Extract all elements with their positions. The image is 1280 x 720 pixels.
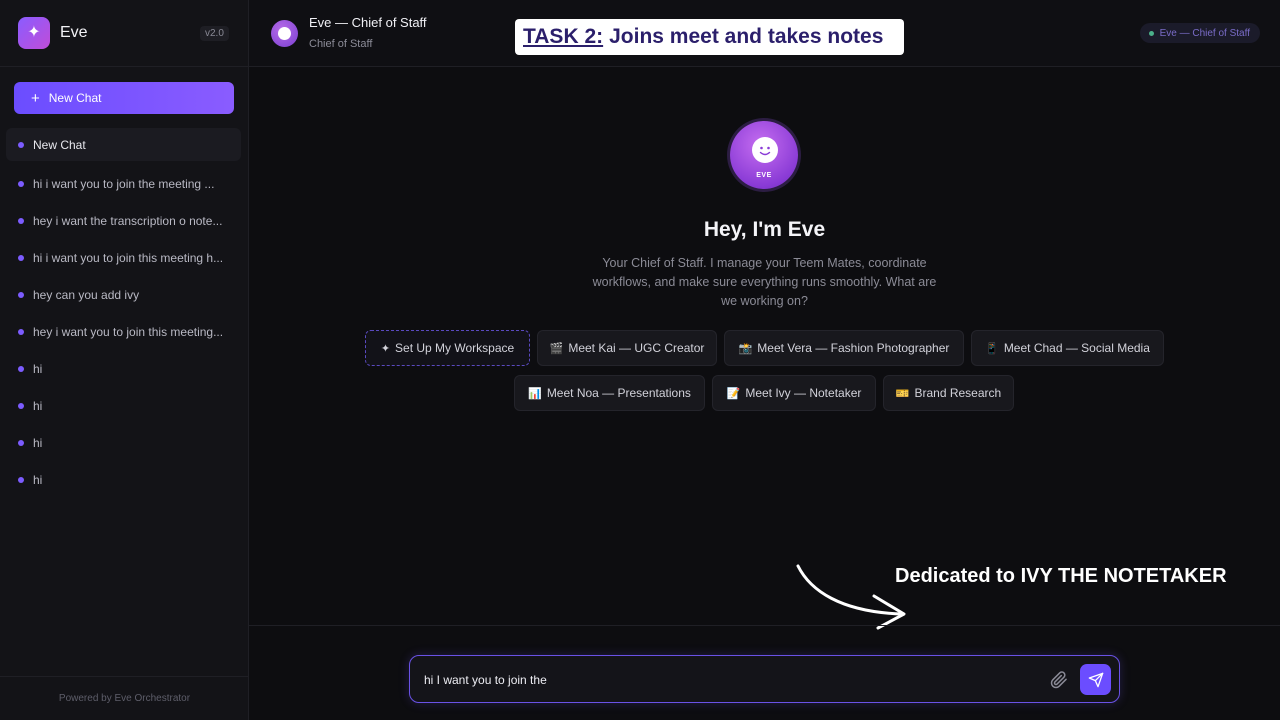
chip-meet-chad[interactable]: 📱 Meet Chad — Social Media xyxy=(971,330,1164,366)
smiley-icon xyxy=(752,137,778,163)
chip-label: Meet Noa — Presentations xyxy=(546,386,691,400)
bar-chart-icon: 📊 xyxy=(528,387,542,400)
chat-title: hi xyxy=(33,398,43,413)
chip-meet-vera[interactable]: 📸 Meet Vera — Fashion Photographer xyxy=(724,330,964,366)
chip-label: Meet Ivy — Notetaker xyxy=(745,386,862,400)
bullet-icon xyxy=(18,254,24,261)
chip-set-up-workspace[interactable]: ✦ Set Up My Workspace xyxy=(365,330,530,366)
chat-history-item[interactable]: hi xyxy=(6,387,241,424)
chat-history-item[interactable]: hi i want you to join the meeting ... xyxy=(6,165,241,202)
welcome-greeting: Hey, I'm Eve xyxy=(703,218,826,241)
agent-subtitle: Chief of Staff xyxy=(309,38,373,50)
agent-status-badge: Eve — Chief of Staff xyxy=(1139,23,1260,43)
memo-icon: 📝 xyxy=(726,387,741,400)
powered-by-footer: Powered by Eve Orchestrator xyxy=(0,676,249,720)
bullet-icon xyxy=(18,328,24,335)
chat-history-item[interactable]: hi xyxy=(6,461,241,498)
chip-label: Brand Research xyxy=(914,386,1002,400)
bullet-icon xyxy=(18,365,24,372)
chat-title: hi i want you to join the meeting ... xyxy=(33,176,215,191)
sparkle-logo-icon: ✦ xyxy=(18,17,50,49)
agent-title: Eve — Chief of Staff xyxy=(309,15,427,30)
clapperboard-icon: 🎬 xyxy=(549,342,564,355)
chat-title: hi xyxy=(33,361,43,376)
chat-history-item[interactable]: hey can you add ivy xyxy=(6,276,241,313)
chat-history-item[interactable]: hi xyxy=(6,350,241,387)
camera-icon: 📸 xyxy=(738,342,753,355)
chat-header: Eve — Chief of Staff Chief of Staff TASK… xyxy=(249,0,1280,67)
task-label: TASK 2: xyxy=(523,25,604,48)
avatar-label: EVE xyxy=(756,172,772,179)
phone-icon: 📱 xyxy=(985,342,999,355)
send-icon xyxy=(1088,672,1103,687)
chat-title: hey can you add ivy xyxy=(33,287,140,302)
chat-title: hey i want you to join this meeting... xyxy=(33,324,224,339)
new-chat-button[interactable]: + New Chat xyxy=(14,82,234,114)
task-banner: TASK 2: Joins meet and takes notes xyxy=(515,19,904,55)
chip-meet-kai[interactable]: 🎬 Meet Kai — UGC Creator xyxy=(537,330,717,366)
bullet-icon xyxy=(18,476,24,483)
annotation-text: Dedicated to IVY THE NOTETAKER xyxy=(895,565,1227,587)
chat-title: hi xyxy=(33,435,43,450)
chip-meet-noa[interactable]: 📊 Meet Noa — Presentations xyxy=(514,375,705,411)
send-button[interactable] xyxy=(1080,664,1111,695)
chat-title: hi xyxy=(33,472,43,487)
chip-label: Set Up My Workspace xyxy=(395,341,515,355)
ticket-icon: 🎫 xyxy=(895,387,910,400)
bullet-icon xyxy=(18,180,24,187)
bullet-icon xyxy=(18,141,24,148)
chat-history-list: New Chat hi i want you to join the meeti… xyxy=(6,128,241,498)
chat-title: hi i want you to join this meeting h... xyxy=(33,250,224,265)
message-input[interactable] xyxy=(424,670,1024,690)
sparkle-icon: ✦ xyxy=(380,342,391,355)
badge-label: Eve — Chief of Staff xyxy=(1159,27,1250,39)
chip-label: Meet Kai — UGC Creator xyxy=(568,341,705,355)
chip-brand-research[interactable]: 🎫 Brand Research xyxy=(883,375,1014,411)
paperclip-icon[interactable] xyxy=(1050,670,1068,690)
chat-history-item[interactable]: hey i want you to join this meeting... xyxy=(6,313,241,350)
chat-title: New Chat xyxy=(33,137,86,152)
chip-label: Meet Vera — Fashion Photographer xyxy=(757,341,950,355)
curved-arrow-icon xyxy=(796,564,906,630)
status-dot-icon xyxy=(1148,30,1154,36)
chat-history-item[interactable]: hi i want you to join this meeting h... xyxy=(6,239,241,276)
bullet-icon xyxy=(18,402,24,409)
sidebar: ✦ Eve v2.0 + New Chat New Chat hi i want… xyxy=(0,0,249,720)
message-composer xyxy=(409,655,1120,703)
new-chat-label: New Chat xyxy=(48,91,102,105)
brand-header: ✦ Eve v2.0 xyxy=(0,0,249,67)
task-text: Joins meet and takes notes xyxy=(609,25,884,48)
plus-icon: + xyxy=(31,89,40,107)
chip-label: Meet Chad — Social Media xyxy=(1003,341,1150,355)
version-badge: v2.0 xyxy=(200,26,229,41)
eve-avatar-small xyxy=(271,20,298,47)
chat-history-item[interactable]: New Chat xyxy=(6,128,241,161)
chip-meet-ivy[interactable]: 📝 Meet Ivy — Notetaker xyxy=(712,375,876,411)
smiley-icon xyxy=(278,27,291,40)
bullet-icon xyxy=(18,291,24,298)
bullet-icon xyxy=(18,439,24,446)
eve-avatar: EVE xyxy=(730,121,798,189)
brand-name: Eve xyxy=(60,24,88,41)
welcome-intro: Your Chief of Staff. I manage your Teem … xyxy=(592,256,937,308)
chat-history-item[interactable]: hi xyxy=(6,424,241,461)
